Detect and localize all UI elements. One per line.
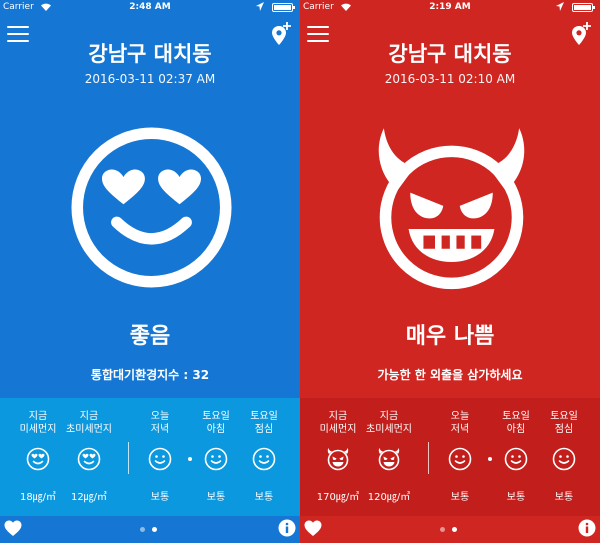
location-arrow-icon <box>556 2 564 11</box>
forecast-label: 지금 미세먼지 <box>319 411 357 435</box>
page-dot <box>440 527 445 532</box>
air-quality-status: 매우 나쁨 <box>405 324 495 349</box>
page-dot-active <box>452 527 457 532</box>
devil-face-icon <box>378 128 525 290</box>
page-indicator[interactable] <box>140 527 164 535</box>
smiley-icon <box>148 447 172 471</box>
air-quality-status: 좋음 <box>129 324 171 349</box>
forecast-panel: 지금 미세먼지 18㎍/㎥ 지금 초미세먼지 12㎍/㎥ 오늘 저녁 보통 토요일 아침… <box>0 398 300 516</box>
status-bar: Carrier 2:48 AM <box>0 0 300 14</box>
forecast-value: 보통 <box>254 492 274 503</box>
smiley-icon <box>448 447 472 471</box>
info-icon[interactable] <box>278 519 296 537</box>
heart-eyes-smiley-icon <box>77 447 101 471</box>
devil-icon <box>327 448 349 471</box>
status-bar: Carrier 2:19 AM <box>300 0 600 14</box>
page-dot <box>140 527 145 532</box>
measurement-datetime: 2016-03-11 02:10 AM <box>384 72 516 86</box>
forecast-value: 18㎍/㎥ <box>19 492 57 503</box>
location-title: 강남구 대치동 <box>388 42 512 66</box>
forecast-divider <box>128 442 129 474</box>
forecast-value: 보통 <box>450 492 470 503</box>
status-time: 2:19 AM <box>429 2 471 12</box>
battery-icon <box>272 3 295 12</box>
heart-eyes-smiley-icon <box>26 447 50 471</box>
heart-icon[interactable] <box>304 520 322 537</box>
forecast-value: 120㎍/㎥ <box>367 492 411 503</box>
air-quality-index: 통합대기환경지수 : 32 <box>90 368 210 382</box>
forecast-value: 보통 <box>554 492 574 503</box>
forecast-dot <box>488 457 492 461</box>
smiley-icon <box>552 447 576 471</box>
location-title: 강남구 대치동 <box>88 42 212 66</box>
phone-screen-very-bad: Carrier 2:19 AM 강남구 대치동 2016-03-11 02:10… <box>300 0 600 543</box>
forecast-value: 170㎍/㎥ <box>316 492 360 503</box>
smiley-icon <box>204 447 228 471</box>
location-arrow-icon <box>256 2 264 11</box>
forecast-label: 토요일 점심 <box>250 411 278 435</box>
forecast-label: 오늘 저녁 <box>450 411 470 435</box>
forecast-divider <box>428 442 429 474</box>
heart-eyes-smiley-icon <box>71 127 232 288</box>
heart-icon[interactable] <box>4 520 22 537</box>
air-quality-advice: 가능한 한 외출을 삼가하세요 <box>377 368 523 382</box>
forecast-label: 지금 초미세먼지 <box>66 411 112 435</box>
forecast-value: 보통 <box>150 492 170 503</box>
forecast-value: 12㎍/㎥ <box>70 492 108 503</box>
battery-icon <box>572 3 595 12</box>
forecast-label: 토요일 점심 <box>550 411 578 435</box>
devil-icon <box>378 448 400 471</box>
page-indicator[interactable] <box>440 527 464 535</box>
forecast-label: 지금 초미세먼지 <box>366 411 412 435</box>
forecast-label: 오늘 저녁 <box>150 411 170 435</box>
info-icon[interactable] <box>578 519 596 537</box>
smiley-icon <box>252 447 276 471</box>
forecast-label: 지금 미세먼지 <box>19 411 57 435</box>
measurement-datetime: 2016-03-11 02:37 AM <box>84 72 216 86</box>
phone-screen-good: Carrier 2:48 AM 강남구 대치동 2016-03-11 02:37… <box>0 0 300 543</box>
smiley-icon <box>504 447 528 471</box>
forecast-dot <box>188 457 192 461</box>
forecast-panel: 지금 미세먼지 170㎍/㎥ 지금 초미세먼지 120㎍/㎥ 오늘 저녁 보통 토요일… <box>300 398 600 516</box>
page-dot-active <box>152 527 157 532</box>
status-time: 2:48 AM <box>129 2 171 12</box>
